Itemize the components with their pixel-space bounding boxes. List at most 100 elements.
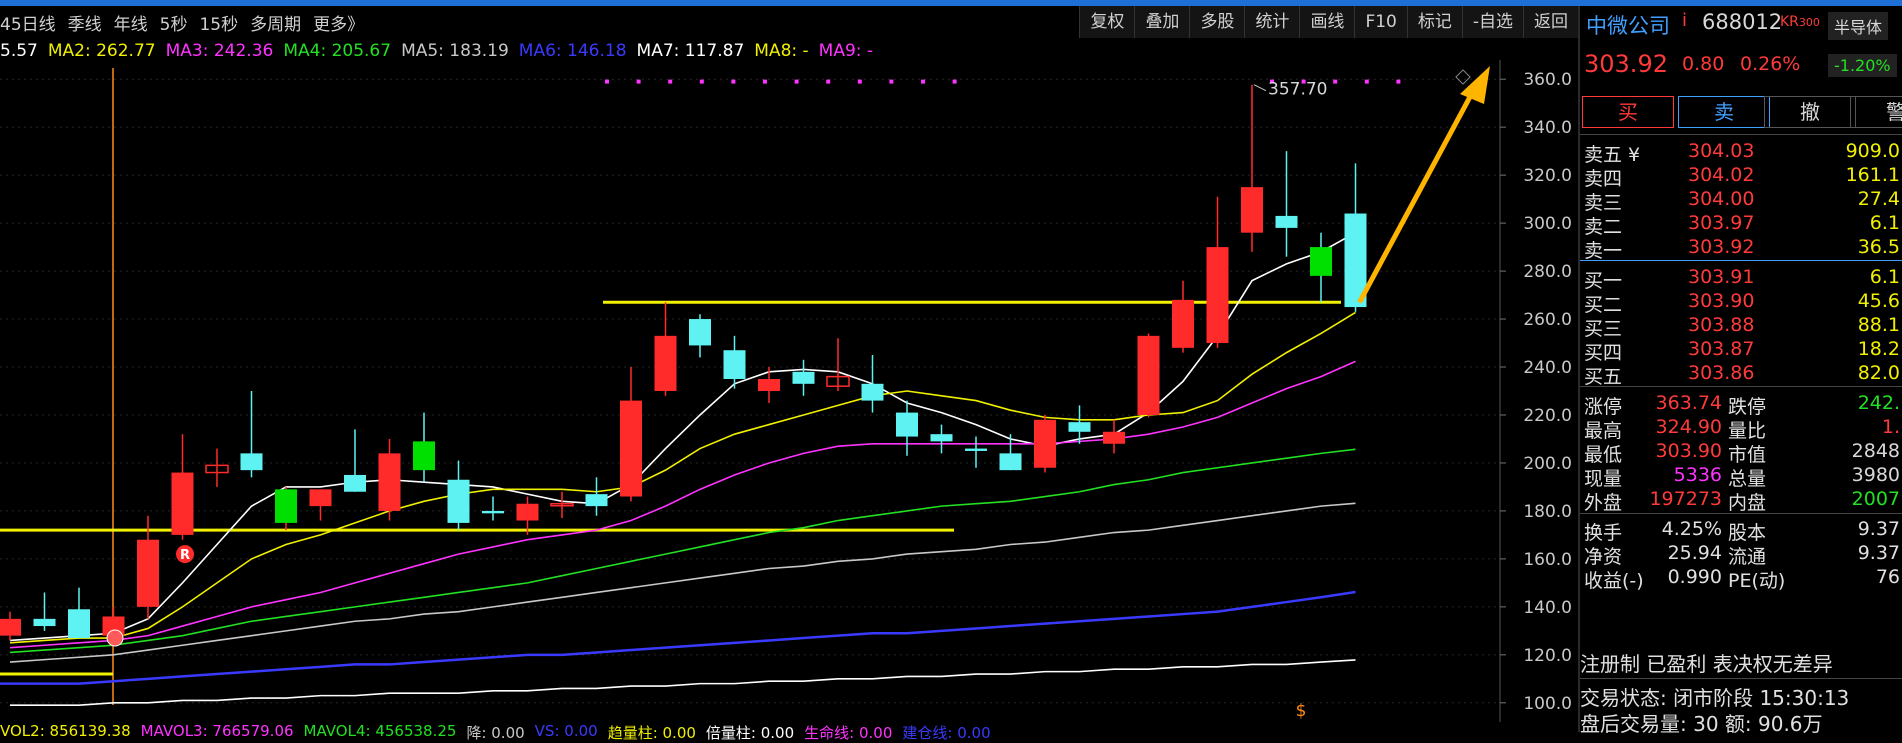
toolbar-button[interactable]: 统计 (1244, 6, 1300, 38)
level-label: 卖一 (1584, 240, 1623, 262)
buy-button[interactable]: 买 (1582, 96, 1674, 128)
level-price: 303.91 (1688, 266, 1755, 288)
dotted-marker (699, 79, 704, 84)
period-tab[interactable]: 季线 (68, 10, 102, 35)
stat-value: 76 (1875, 566, 1900, 588)
candle-body (0, 618, 21, 636)
dotted-marker (731, 79, 736, 84)
stat-value: 197273 (1649, 488, 1722, 510)
alert-button[interactable]: 警 (1850, 96, 1902, 128)
candle-body (965, 448, 987, 451)
period-tab[interactable]: 45日线 (0, 10, 56, 35)
dotted-marker (794, 79, 799, 84)
candle-body (930, 434, 953, 442)
dotted-marker (857, 79, 862, 84)
stat-value: 3980 (1851, 464, 1900, 486)
toolbar-button[interactable]: 多股 (1189, 6, 1245, 38)
trading-status: 交易状态: 闭市阶段 15:30:13 (1580, 686, 1850, 710)
y-tick-label: 360.0 (1523, 70, 1572, 90)
toolbar-button[interactable]: -自选 (1461, 6, 1523, 38)
candle-body (33, 618, 56, 627)
price-change: 0.80 (1682, 53, 1725, 75)
kline-chart[interactable]: 360.0 340.0 320.0 300.0 280.0 260.0 240.0 220.0… (0, 60, 1578, 722)
candle-body (1275, 215, 1298, 228)
toolbar-button[interactable]: 画线 (1299, 6, 1355, 38)
s-marker-label[interactable]: $ (1296, 701, 1307, 721)
volume-legend-item: VOL2: 856139.38 (0, 722, 131, 740)
candle[interactable] (1137, 333, 1160, 418)
stats2-divider (1580, 513, 1902, 514)
level-price: 304.03 (1688, 140, 1755, 162)
level-volume: 88.1 (1857, 314, 1900, 336)
y-tick-label: 340.0 (1523, 118, 1572, 138)
level-volume: 6.1 (1869, 266, 1900, 288)
stock-code: 688012 (1702, 10, 1783, 34)
level-volume: 82.0 (1857, 362, 1900, 384)
toolbar-button[interactable]: F10 (1354, 6, 1407, 38)
level-price: 303.90 (1688, 290, 1755, 312)
candle-body (447, 479, 470, 523)
sector-label[interactable]: 半导体 (1828, 12, 1889, 40)
sell-level-row[interactable]: 卖一 303.92 36.5 (1580, 234, 1902, 262)
period-tab[interactable]: 年线 (114, 10, 148, 35)
dotted-marker (826, 79, 831, 84)
stat-value: 242. (1857, 392, 1900, 414)
candle-body (1103, 431, 1125, 444)
toolbar-button[interactable]: 复权 (1079, 6, 1135, 38)
period-tab[interactable]: 5秒 (160, 10, 188, 35)
stat-row: 收益(-) 0.990 PE(动) 76 (1580, 564, 1902, 592)
event-marker-icon[interactable] (106, 629, 124, 647)
toolbar-button[interactable]: 返回 (1523, 6, 1578, 38)
candle-body (1137, 335, 1160, 415)
level-price: 303.87 (1688, 338, 1755, 360)
dotted-marker (763, 79, 767, 84)
level-volume: 6.1 (1869, 212, 1900, 234)
candle-body (896, 412, 918, 437)
volume-legend-item: MAVOL3: 766579.06 (140, 722, 294, 740)
candle-body (723, 350, 746, 380)
volume-legend-item: 建仓线: 0.00 (902, 724, 991, 742)
y-tick-label: 160.0 (1523, 550, 1572, 570)
stat-label: 内盘 (1728, 492, 1767, 514)
candle-body (413, 441, 435, 471)
period-tab[interactable]: 更多》 (313, 10, 364, 35)
price-change-pct: 0.26% (1740, 53, 1801, 75)
info-icon[interactable]: i (1682, 10, 1687, 31)
stat-label: PE(动) (1728, 570, 1786, 592)
stat-value: 303.90 (1655, 440, 1722, 462)
level-price: 303.97 (1688, 212, 1755, 234)
level-volume: 18.2 (1857, 338, 1900, 360)
candle-body (240, 453, 263, 471)
candle-body (344, 474, 366, 492)
stat-value: 9.37 (1857, 542, 1900, 564)
y-tick-label: 100.0 (1523, 694, 1572, 714)
stock-name[interactable]: 中微公司 (1586, 10, 1670, 40)
dotted-marker (889, 79, 894, 84)
y-tick-label: 120.0 (1523, 646, 1572, 666)
chart-toolbar: 复权 叠加 多股 统计 画线 F10 标记 -自选 返回 (1079, 6, 1578, 38)
period-tab[interactable]: 15秒 (199, 10, 238, 35)
level-volume: 909.0 (1845, 140, 1900, 162)
y-tick-label: 320.0 (1523, 166, 1572, 186)
dotted-marker (636, 79, 641, 84)
sell-button[interactable]: 卖 (1678, 96, 1770, 128)
stat-value: 1. (1881, 416, 1900, 438)
toolbar-button[interactable]: 叠加 (1134, 6, 1190, 38)
stat-value: 4.25% (1661, 518, 1722, 540)
cancel-order-button[interactable]: 撤 (1764, 96, 1856, 128)
level-price: 303.92 (1688, 236, 1755, 258)
candle-body (689, 319, 711, 346)
toolbar-button[interactable]: 标记 (1406, 6, 1462, 38)
candle-body (792, 371, 815, 384)
plot-area (0, 60, 1500, 722)
buy-level-row[interactable]: 买五 303.86 82.0 (1580, 360, 1902, 388)
candle-body (482, 510, 504, 514)
after-hours-volume: 盘后交易量: 30 额: 90.6万 (1580, 712, 1823, 736)
last-price: 303.92 (1584, 50, 1668, 78)
period-tab[interactable]: 多周期 (250, 10, 301, 35)
ma-legend-item: MA6: 146.18 (518, 41, 627, 61)
dotted-marker (1396, 79, 1401, 84)
volume-legend-item: 降: 0.00 (466, 724, 525, 742)
candle[interactable] (1034, 414, 1056, 473)
candle-body (378, 453, 401, 511)
